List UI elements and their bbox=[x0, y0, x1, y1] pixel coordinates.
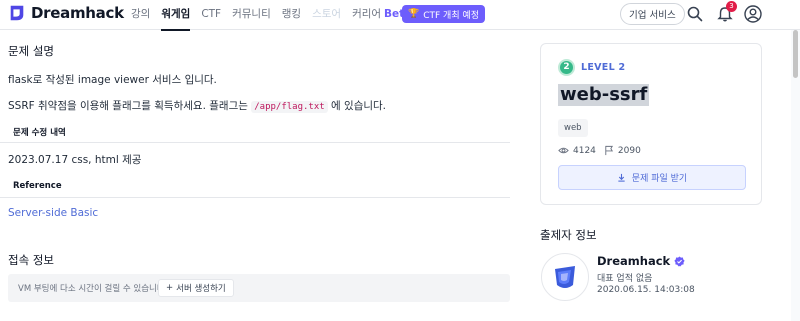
nav-link-ctf[interactable]: CTF bbox=[201, 0, 221, 30]
problem-line-2-pre: SSRF 취약점을 이용해 플래그를 획득하세요. 플래그는 bbox=[8, 100, 248, 112]
profile-button[interactable] bbox=[742, 3, 764, 25]
challenge-card: 2 LEVEL 2 web-ssrf web 4124 2090 문제 파일 받… bbox=[540, 43, 762, 205]
solve-count: 2090 bbox=[617, 145, 641, 156]
nav-link-wargame[interactable]: 워게임 bbox=[161, 0, 190, 31]
author-date: 2020.06.15. 14:03:08 bbox=[597, 285, 695, 295]
problem-line-2-post: 에 있습니다. bbox=[331, 100, 387, 112]
problem-line-2: SSRF 취약점을 이용해 플래그를 획득하세요. 플래그는 /app/flag… bbox=[8, 98, 386, 113]
connection-info-box: VM 부팅에 다소 시간이 걸릴 수 있습니다. + 서버 생성하기 bbox=[8, 274, 510, 302]
reference-subheading: Reference bbox=[0, 176, 510, 198]
scrollbar-thumb[interactable] bbox=[793, 30, 798, 78]
ctf-upcoming-button[interactable]: 🏆 CTF 개최 예정 bbox=[402, 5, 486, 23]
author-avatar[interactable] bbox=[541, 253, 589, 301]
download-files-label: 문제 파일 받기 bbox=[631, 174, 688, 184]
author-heading: 출제자 정보 bbox=[540, 228, 597, 242]
verified-badge-icon bbox=[674, 255, 685, 267]
plus-icon: + bbox=[166, 283, 174, 293]
notification-badge: 3 bbox=[726, 1, 737, 12]
page-scrollbar[interactable] bbox=[791, 30, 800, 321]
nav-link-store[interactable]: 스토어 bbox=[312, 0, 341, 30]
business-service-button[interactable]: 기업 서비스 bbox=[620, 3, 685, 25]
revision-heading: 문제 수정 내역 bbox=[13, 128, 66, 138]
nav-link-lectures[interactable]: 강의 bbox=[131, 0, 150, 30]
ctf-upcoming-label: CTF 개최 예정 bbox=[423, 10, 480, 21]
category-tag[interactable]: web bbox=[558, 119, 588, 137]
dreamhack-mascot-icon bbox=[555, 266, 575, 288]
trophy-icon: 🏆 bbox=[408, 9, 420, 19]
problem-heading: 문제 설명 bbox=[8, 44, 54, 58]
career-label: 커리어 bbox=[352, 8, 382, 20]
problem-line-1: flask로 작성된 image viewer 서비스 입니다. bbox=[8, 74, 217, 86]
author-name: Dreamhack bbox=[597, 254, 671, 268]
view-count: 4124 bbox=[573, 145, 596, 156]
download-files-button[interactable]: 문제 파일 받기 bbox=[558, 165, 746, 190]
challenge-stats: 4124 2090 bbox=[558, 145, 641, 156]
level-label: LEVEL 2 bbox=[581, 62, 626, 73]
nav-link-ranking[interactable]: 랭킹 bbox=[282, 0, 301, 30]
reference-link[interactable]: Server-side Basic bbox=[8, 207, 98, 219]
create-server-button[interactable]: + 서버 생성하기 bbox=[158, 279, 234, 297]
revision-text: 2023.07.17 css, html 제공 bbox=[8, 154, 142, 166]
reference-heading: Reference bbox=[13, 181, 62, 191]
author-name-row[interactable]: Dreamhack bbox=[597, 254, 685, 268]
author-achievement: 대표 업적 없음 bbox=[597, 274, 653, 284]
brand-logo[interactable]: Dreamhack bbox=[8, 4, 124, 22]
flag-icon bbox=[604, 145, 614, 156]
top-navigation: Dreamhack 강의 워게임 CTF 커뮤니티 랭킹 스토어 커리어 Beta… bbox=[0, 0, 800, 31]
nav-link-community[interactable]: 커뮤니티 bbox=[232, 0, 271, 30]
connection-heading: 접속 정보 bbox=[8, 253, 54, 267]
vm-boot-notice: VM 부팅에 다소 시간이 걸릴 수 있습니다. bbox=[18, 284, 168, 294]
level-badge: 2 bbox=[558, 59, 575, 76]
download-icon bbox=[617, 173, 626, 182]
search-icon bbox=[687, 6, 703, 22]
challenge-title: web-ssrf bbox=[558, 84, 650, 106]
revision-subheading: 문제 수정 내역 bbox=[0, 121, 510, 143]
user-icon bbox=[744, 5, 762, 23]
search-button[interactable] bbox=[684, 3, 706, 25]
brand-name: Dreamhack bbox=[31, 4, 124, 22]
notification-button[interactable]: 3 bbox=[714, 1, 737, 25]
flag-path-code: /app/flag.txt bbox=[251, 101, 328, 113]
dreamhack-logo-icon bbox=[10, 5, 24, 21]
create-server-label: 서버 생성하기 bbox=[176, 284, 226, 294]
eye-icon bbox=[558, 145, 569, 156]
